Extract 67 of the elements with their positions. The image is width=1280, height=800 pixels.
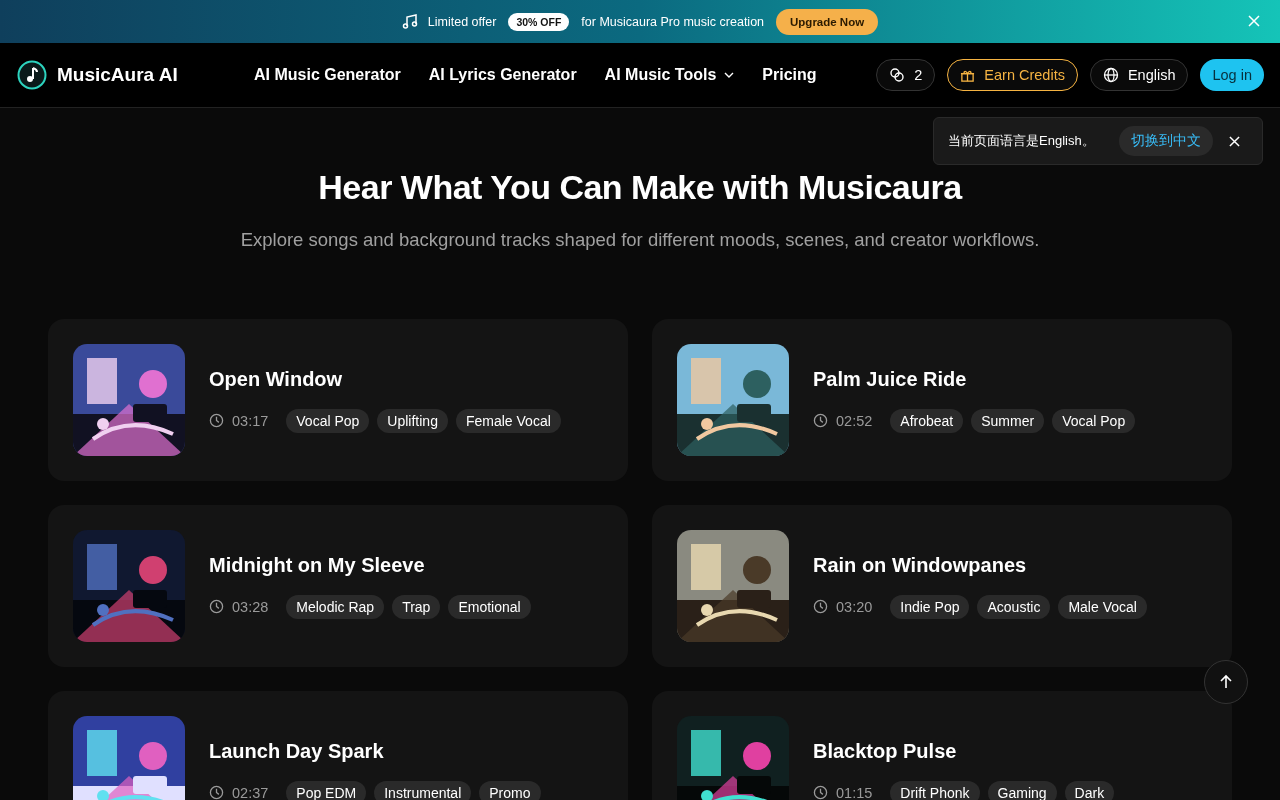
- switch-language-button[interactable]: 切换到中文: [1119, 126, 1213, 156]
- track-title: Launch Day Spark: [209, 739, 385, 763]
- genre-tag: Acoustic: [977, 594, 1051, 619]
- genre-tag: Promo: [479, 780, 541, 800]
- genre-tag: Vocal Pop: [286, 408, 370, 433]
- track-card[interactable]: Blacktop Pulse 01:15 Drift Phonk Gaming Dark: [652, 691, 1232, 800]
- nav-link[interactable]: Pricing: [762, 66, 817, 84]
- genre-tag: Pop EDM: [286, 780, 367, 800]
- genre-tag: Male Vocal: [1058, 594, 1147, 619]
- track-card[interactable]: Rain on Windowpanes 03:20 Indie Pop Acoustic Male Vocal: [652, 505, 1232, 667]
- offer-text: for Musicaura Pro music creation: [581, 14, 765, 29]
- genre-tag: Dark: [1064, 780, 1115, 800]
- genre-tag: Gaming: [987, 780, 1057, 800]
- close-icon[interactable]: [1229, 135, 1240, 147]
- genre-tag: Female Vocal: [455, 408, 561, 433]
- clock-icon: [813, 599, 828, 614]
- globe-icon: [1102, 67, 1119, 83]
- section-subtitle: Explore songs and background tracks shaped for different moods, scenes, and creator workflows.: [239, 229, 1041, 251]
- language-button[interactable]: English: [1089, 59, 1189, 91]
- offer-text: Limited offer: [427, 14, 497, 29]
- nav-link[interactable]: AI Lyrics Generator: [428, 66, 577, 84]
- logo-text[interactable]: MusicAura AI: [57, 64, 178, 86]
- track-title: Rain on Windowpanes: [813, 553, 1028, 577]
- login-button[interactable]: Log in: [1200, 59, 1264, 91]
- genre-tag: Drift Phonk: [890, 780, 980, 800]
- track-card[interactable]: Midnight on My Sleeve 03:28 Melodic Rap Trap Emotional: [48, 505, 628, 667]
- genre-tag: Emotional: [448, 594, 531, 619]
- music-note-icon: [401, 13, 418, 30]
- track-duration: 03:28: [232, 598, 269, 615]
- track-title: Blacktop Pulse: [813, 739, 958, 763]
- track-duration: 02:52: [836, 412, 873, 429]
- notice-text: 当前页面语言是English。: [948, 132, 1096, 150]
- track-title: Open Window: [209, 367, 344, 391]
- track-title: Midnight on My Sleeve: [209, 553, 426, 577]
- section-title: Hear What You Can Make with Musicaura: [317, 168, 964, 207]
- track-duration: 02:37: [232, 784, 269, 800]
- nav-link[interactable]: AI Music Generator: [254, 66, 401, 84]
- nav-link[interactable]: AI Music Tools: [604, 66, 735, 84]
- track-card[interactable]: Palm Juice Ride 02:52 Afrobeat Summer Vocal Pop: [652, 319, 1232, 481]
- clock-icon: [813, 785, 828, 800]
- genre-tag: Melodic Rap: [286, 594, 385, 619]
- scroll-top-button[interactable]: [1204, 660, 1248, 704]
- arrow-up-icon: [1218, 674, 1234, 690]
- track-duration: 03:20: [836, 598, 873, 615]
- coins-icon: [889, 67, 906, 83]
- genre-tag: Trap: [392, 594, 441, 619]
- track-title: Palm Juice Ride: [813, 367, 968, 391]
- genre-tag: Afrobeat: [890, 408, 964, 433]
- earn-credits-button[interactable]: Earn Credits: [947, 59, 1078, 91]
- discount-badge: 30% OFF: [508, 12, 570, 31]
- clock-icon: [209, 413, 224, 428]
- clock-icon: [209, 785, 224, 800]
- track-duration: 03:17: [232, 412, 269, 429]
- track-card[interactable]: Launch Day Spark 02:37 Pop EDM Instrumental Promo: [48, 691, 628, 800]
- genre-tag: Vocal Pop: [1052, 408, 1136, 433]
- upgrade-button[interactable]: Upgrade Now: [776, 8, 879, 35]
- logo-icon[interactable]: [17, 60, 47, 90]
- genre-tag: Summer: [971, 408, 1045, 433]
- genre-tag: Instrumental: [374, 780, 472, 800]
- genre-tag: Indie Pop: [890, 594, 970, 619]
- track-card[interactable]: Open Window 03:17 Vocal Pop Uplifting Female Vocal: [48, 319, 628, 481]
- credits-button[interactable]: 2: [876, 59, 936, 91]
- track-duration: 01:15: [836, 784, 873, 800]
- genre-tag: Uplifting: [377, 408, 448, 433]
- caret-icon: [724, 72, 735, 78]
- clock-icon: [813, 413, 828, 428]
- clock-icon: [209, 599, 224, 614]
